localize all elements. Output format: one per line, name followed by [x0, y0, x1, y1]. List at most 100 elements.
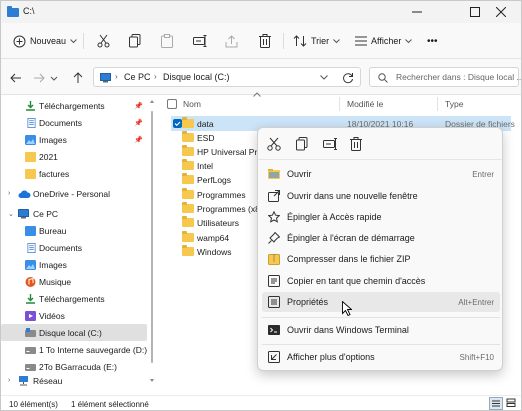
forward-arrow-icon[interactable] [32, 71, 46, 85]
menu-item-copy-path[interactable]: Copier en tant que chemin d'accès [262, 271, 500, 291]
search-input[interactable]: Rechercher dans : Disque local ... [369, 67, 521, 87]
menu-item-shortcut: Alt+Entrer [458, 297, 494, 307]
zip-icon [268, 254, 280, 265]
sidebar-item-ce-pc[interactable]: ⌄ Ce PC [1, 205, 147, 222]
pc-icon [18, 208, 29, 218]
chevron-down-icon[interactable]: ⌄ [8, 210, 14, 218]
folder-icon [182, 173, 194, 184]
file-name: Utilisateurs [197, 217, 240, 228]
new-button[interactable]: Nouveau [13, 31, 77, 51]
breadcrumb-ce-pc[interactable]: Ce PC [124, 72, 151, 82]
chevron-right-icon[interactable]: › [8, 190, 10, 197]
folder-icon [182, 117, 194, 128]
drive-icon [25, 346, 36, 354]
details-view-button[interactable] [489, 397, 503, 410]
sidebar-item-documents-pc[interactable]: Documents [1, 239, 147, 256]
sidebar-item-2021[interactable]: 2021 [1, 148, 147, 165]
sort-button[interactable]: Trier [293, 31, 341, 51]
menu-item-compress-zip[interactable]: Compresser dans le fichier ZIP [262, 249, 500, 269]
sidebar-item-disque-local[interactable]: Disque local (C:) [1, 324, 147, 341]
address-bar[interactable]: › Ce PC › Disque local (C:) [93, 67, 361, 87]
paste-button[interactable] [161, 31, 173, 51]
search-icon [378, 73, 388, 83]
pin-icon[interactable]: 📌 [134, 119, 143, 127]
sidebar-item-label: Téléchargements [39, 293, 105, 304]
menu-item-open-new-window[interactable]: Ouvrir dans une nouvelle fenêtre [262, 186, 500, 206]
menu-item-pin-start[interactable]: Épingler à l'écran de démarrage [262, 228, 500, 248]
sidebar-item-bureau[interactable]: Bureau [1, 222, 147, 239]
folder-icon [182, 159, 194, 170]
refresh-icon[interactable] [342, 72, 354, 84]
sidebar-scrollbar[interactable] [149, 97, 155, 387]
trash-icon [259, 34, 271, 48]
sidebar-item-label: Images [39, 134, 67, 145]
menu-item-windows-terminal[interactable]: Ouvrir dans Windows Terminal [262, 320, 500, 340]
rename-button[interactable] [193, 31, 207, 51]
sidebar-item-factures[interactable]: factures [1, 165, 147, 182]
sidebar-item-videos[interactable]: Vidéos [1, 307, 147, 324]
chevron-right-icon[interactable]: › [8, 377, 10, 384]
file-name: data [197, 118, 214, 129]
sort-icon [293, 35, 307, 47]
sidebar-item-drive-d[interactable]: 1 To Interne sauvegarde (D:) [1, 341, 147, 358]
minimize-button[interactable] [397, 1, 437, 23]
pin-icon[interactable]: 📌 [134, 102, 143, 110]
copy-button[interactable] [129, 31, 141, 51]
copy-icon [129, 34, 141, 48]
sidebar-item-label: Ce PC [33, 208, 59, 219]
chevron-down-icon[interactable] [320, 75, 328, 80]
up-arrow-icon[interactable] [71, 71, 85, 85]
sidebar-item-label: Disque local (C:) [39, 327, 102, 338]
menu-item-label: Ouvrir dans Windows Terminal [287, 325, 409, 335]
select-all-checkbox[interactable] [167, 99, 177, 109]
menu-item-properties[interactable]: Propriétés Alt+Entrer [262, 292, 500, 312]
recent-chevron-icon[interactable] [50, 71, 58, 85]
view-button[interactable]: Afficher [355, 31, 413, 51]
plus-circle-icon [13, 35, 26, 47]
more-options-button[interactable]: ••• [427, 31, 438, 51]
sidebar-item-downloads[interactable]: Téléchargements 📌 [1, 97, 147, 114]
delete-button[interactable] [259, 31, 271, 51]
sort-up-icon [253, 92, 261, 97]
scissors-icon [97, 34, 110, 48]
chevron-down-icon [70, 38, 77, 43]
view-list-icon [355, 36, 367, 46]
star-icon [268, 211, 280, 223]
desktop-icon [25, 225, 36, 236]
download-icon [26, 100, 35, 111]
sidebar-item-documents[interactable]: Documents 📌 [1, 114, 147, 131]
navigation-pane: Téléchargements 📌 Documents 📌 Images 📌 2… [1, 95, 155, 395]
close-button[interactable] [481, 1, 521, 23]
folder-icon [25, 168, 36, 179]
sidebar-item-musique[interactable]: Musique [1, 273, 147, 290]
sidebar-item-downloads-pc[interactable]: Téléchargements [1, 290, 147, 307]
row-checkbox[interactable] [173, 119, 182, 128]
sidebar-item-images[interactable]: Images 📌 [1, 131, 147, 148]
trash-icon[interactable] [348, 136, 364, 152]
menu-item-open[interactable]: Ouvrir Entrer [262, 164, 500, 184]
share-button[interactable] [225, 31, 238, 51]
cut-button[interactable] [97, 31, 110, 51]
column-header-modified[interactable]: Modifié le [347, 95, 383, 113]
breadcrumb-disque-local[interactable]: Disque local (C:) [163, 72, 230, 82]
sidebar-item-label: 2021 [39, 151, 58, 162]
menu-item-more-options[interactable]: Afficher plus d'options Shift+F10 [262, 347, 500, 367]
sidebar-item-label: Documents [39, 242, 82, 253]
copy-icon[interactable] [294, 136, 310, 152]
menu-item-label: Épingler à l'écran de démarrage [287, 233, 415, 243]
scissors-icon[interactable] [266, 136, 282, 152]
column-header-name[interactable]: Nom [183, 95, 201, 113]
column-header-type[interactable]: Type [445, 95, 463, 113]
sidebar-item-onedrive[interactable]: › OneDrive - Personal [1, 185, 147, 202]
pin-icon[interactable]: 📌 [134, 136, 143, 144]
minimize-icon [412, 11, 422, 13]
document-icon [27, 242, 36, 253]
rename-icon[interactable] [322, 136, 338, 152]
document-icon [27, 117, 36, 128]
sidebar-item-reseau[interactable]: › Réseau [1, 372, 147, 389]
sidebar-item-images-pc[interactable]: Images [1, 256, 147, 273]
share-icon [225, 34, 238, 47]
back-arrow-icon[interactable] [9, 71, 23, 85]
tiles-view-button[interactable] [505, 397, 519, 410]
menu-item-pin-quick-access[interactable]: Épingler à Accès rapide [262, 207, 500, 227]
